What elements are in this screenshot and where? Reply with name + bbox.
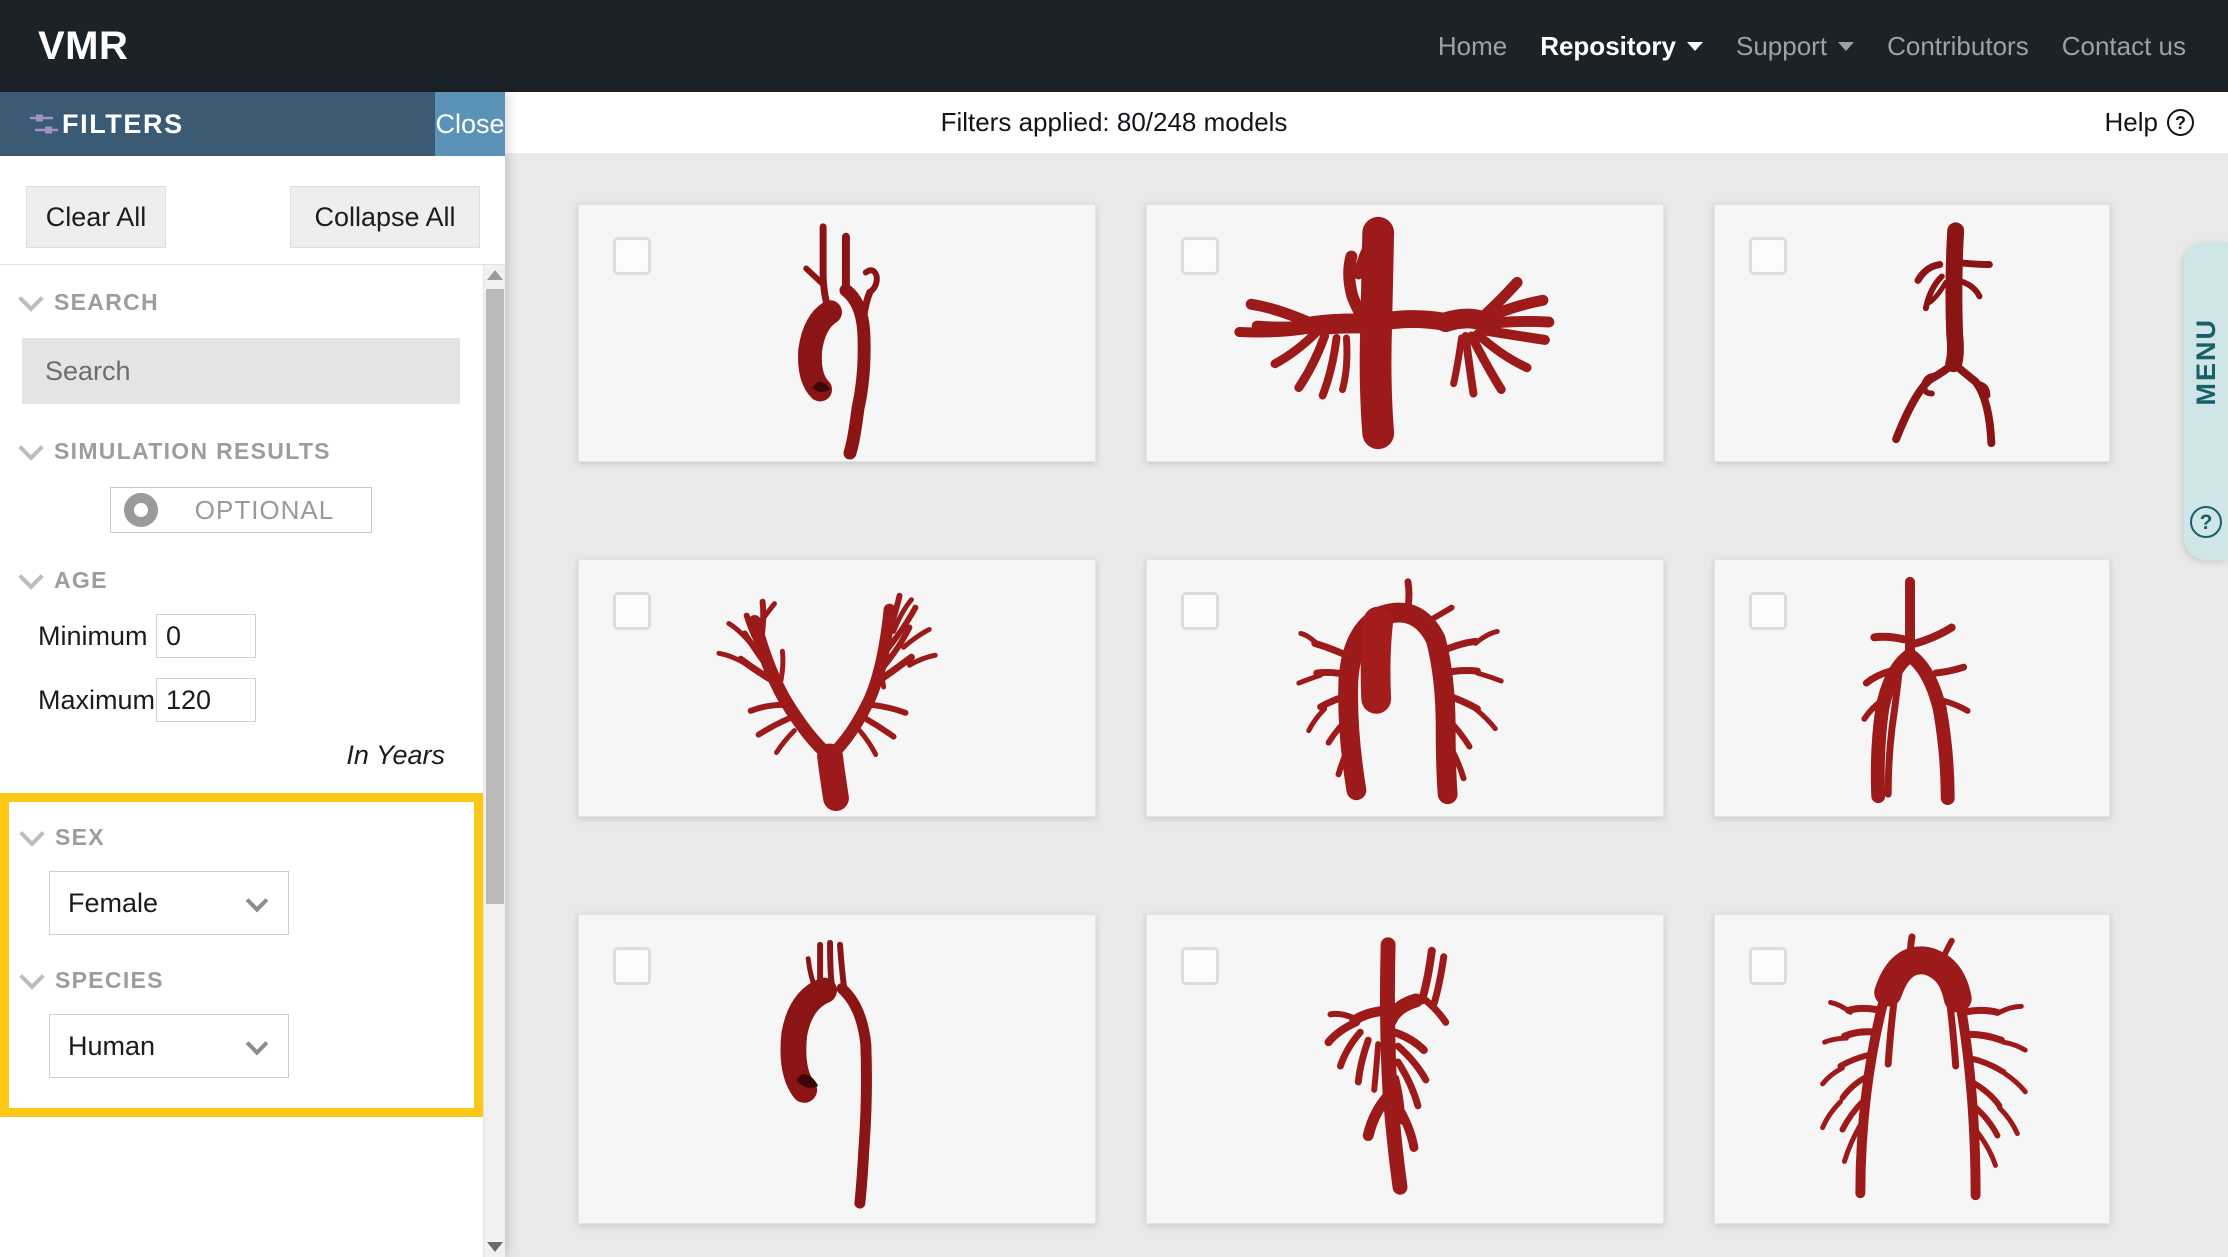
nav-link-support-label: Support	[1736, 30, 1828, 61]
section-header-simulation-results[interactable]: SIMULATION RESULTS	[18, 434, 483, 465]
nav-links: Home Repository Support Contributors Con…	[1438, 0, 2186, 92]
question-mark-icon: ?	[2167, 109, 2194, 136]
model-card-5[interactable]	[1146, 559, 1664, 817]
nav-link-contact-us[interactable]: Contact us	[2062, 31, 2186, 62]
model-card-6[interactable]	[1714, 559, 2110, 817]
species-select[interactable]: Human	[49, 1014, 289, 1078]
section-header-search[interactable]: SEARCH	[18, 285, 483, 316]
nav-link-contributors[interactable]: Contributors	[1887, 31, 2029, 62]
close-filters-button[interactable]: Close	[435, 92, 505, 156]
top-navbar: VMR Home Repository Support Contributors…	[0, 0, 2228, 92]
section-header-sex[interactable]: SEX	[19, 820, 474, 851]
nav-link-support[interactable]: Support	[1736, 30, 1855, 62]
highlighted-filter-group: SEX Female SPECIES Human	[0, 793, 483, 1117]
model-card-4[interactable]	[578, 559, 1096, 817]
toggle-knob-icon	[124, 493, 158, 527]
help-label: Help	[2104, 107, 2158, 137]
chevron-down-icon	[18, 285, 44, 312]
chevron-down-icon	[1687, 41, 1703, 51]
chevron-down-icon	[18, 563, 44, 590]
filters-action-row: Clear All Collapse All	[0, 156, 505, 265]
vascular-model-thumbnail-7	[780, 939, 872, 1209]
clear-all-button[interactable]: Clear All	[26, 186, 166, 248]
species-select-wrapper: Human	[49, 1014, 289, 1078]
brand-logo[interactable]: VMR	[38, 24, 128, 69]
filters-panel: FILTERS Close Clear All Collapse All SEA…	[0, 92, 505, 1257]
nav-link-contributors-label: Contributors	[1887, 30, 2029, 61]
filters-scrollbar[interactable]	[483, 265, 505, 1257]
chevron-down-icon	[19, 963, 45, 990]
vascular-model-thumbnail-4	[716, 592, 938, 812]
vascular-model-thumbnail-9	[1820, 933, 2028, 1201]
chevron-down-icon	[19, 820, 45, 847]
menu-side-tab[interactable]: MENU ?	[2184, 242, 2228, 560]
nav-link-repository-label: Repository	[1540, 30, 1676, 61]
age-units-note: In Years	[346, 740, 445, 770]
vascular-model-thumbnail-5	[1296, 578, 1504, 805]
model-card-8[interactable]	[1146, 914, 1664, 1224]
filters-scroll-area[interactable]: SEARCH SIMULATION RESULTS OPTIONAL	[0, 265, 505, 1257]
model-card-3[interactable]	[1714, 204, 2110, 462]
nav-link-repository[interactable]: Repository	[1540, 31, 1703, 62]
age-maximum-label: Maximum	[38, 684, 156, 715]
app-root: VMR Home Repository Support Contributors…	[0, 0, 2228, 1257]
search-input[interactable]	[22, 338, 460, 404]
nav-link-home-label: Home	[1437, 30, 1508, 61]
model-card-9[interactable]	[1714, 914, 2110, 1224]
sex-select-wrapper: Female	[49, 871, 289, 935]
question-mark-icon[interactable]: ?	[2190, 506, 2222, 538]
scroll-down-arrow-icon[interactable]	[487, 1242, 503, 1252]
section-label-species: SPECIES	[55, 967, 164, 993]
simulation-results-toggle-label: OPTIONAL	[194, 494, 335, 525]
age-minimum-label: Minimum	[38, 620, 148, 651]
model-card-1[interactable]	[578, 204, 1096, 462]
scroll-up-arrow-icon[interactable]	[487, 270, 503, 280]
filter-sliders-icon	[30, 114, 58, 134]
menu-tab-label: MENU	[2190, 318, 2221, 406]
scrollbar-thumb[interactable]	[486, 289, 504, 904]
vascular-model-thumbnail-8	[1324, 937, 1450, 1195]
section-label-search: SEARCH	[54, 289, 159, 315]
vascular-model-thumbnail-3	[1892, 222, 1996, 448]
nav-link-contact-label: Contact us	[2061, 30, 2186, 61]
section-label-age: AGE	[54, 567, 108, 593]
simulation-results-toggle[interactable]: OPTIONAL	[110, 487, 372, 533]
age-maximum-input[interactable]	[156, 678, 256, 722]
model-card-2[interactable]	[1146, 204, 1664, 462]
chevron-down-icon	[18, 434, 44, 461]
filters-panel-title: FILTERS	[62, 108, 184, 139]
vascular-model-thumbnail-2	[1234, 216, 1555, 450]
chevron-down-icon	[1838, 41, 1855, 51]
section-header-age[interactable]: AGE	[18, 563, 483, 594]
age-maximum-row: Maximum	[38, 678, 483, 722]
filters-panel-header: FILTERS Close	[0, 92, 505, 156]
section-header-species[interactable]: SPECIES	[19, 963, 474, 994]
help-button[interactable]: Help ?	[2105, 107, 2194, 138]
vascular-model-thumbnail-1	[798, 223, 880, 460]
collapse-all-button[interactable]: Collapse All	[290, 186, 480, 248]
nav-link-home[interactable]: Home	[1438, 31, 1507, 62]
sex-select[interactable]: Female	[49, 871, 289, 935]
model-card-7[interactable]	[578, 914, 1096, 1224]
age-minimum-input[interactable]	[156, 614, 256, 658]
vascular-model-thumbnail-6	[1861, 576, 1971, 806]
section-label-simulation-results: SIMULATION RESULTS	[54, 438, 331, 464]
filters-sections: SEARCH SIMULATION RESULTS OPTIONAL	[0, 265, 483, 1117]
section-label-sex: SEX	[55, 824, 105, 850]
age-minimum-row: Minimum	[38, 614, 483, 658]
